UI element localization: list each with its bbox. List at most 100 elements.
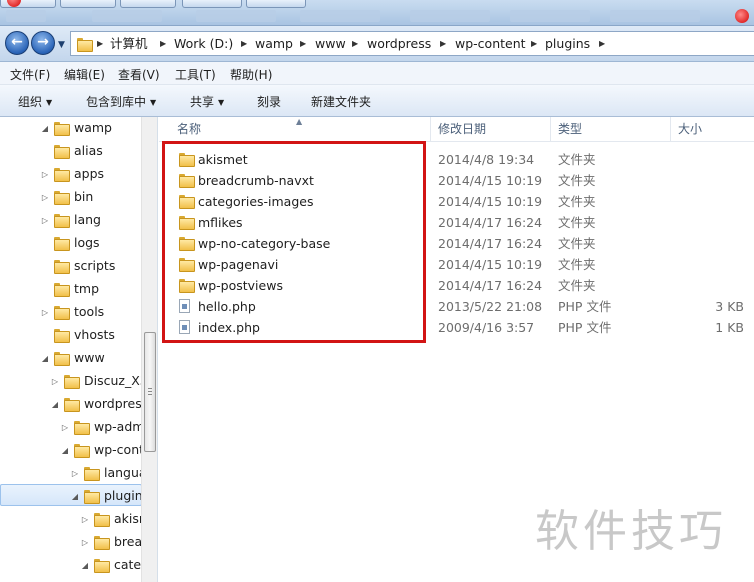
column-type-label: 类型 bbox=[558, 122, 583, 136]
window-tab[interactable] bbox=[60, 0, 116, 8]
collapsed-arrow-icon[interactable]: ▷ bbox=[40, 210, 50, 232]
breadcrumb-separator-icon[interactable]: ▶ bbox=[160, 36, 166, 52]
column-header-name[interactable]: 名称 bbox=[159, 117, 431, 142]
folder-icon bbox=[54, 282, 70, 297]
tree-item-apps[interactable]: ▷ apps bbox=[40, 163, 104, 185]
tree-item-tmp[interactable]: tmp bbox=[40, 278, 99, 300]
folder-icon bbox=[54, 351, 70, 366]
menu-bar: 文件(F) 编辑(E) 查看(V) 工具(T) 帮助(H) bbox=[0, 62, 754, 85]
tree-scrollbar[interactable] bbox=[141, 117, 157, 582]
window-tab[interactable] bbox=[0, 0, 56, 8]
breadcrumb-wamp[interactable]: wamp bbox=[255, 36, 293, 52]
expanded-arrow-icon[interactable]: ◢ bbox=[70, 486, 80, 508]
folder-icon bbox=[54, 328, 70, 343]
address-bar[interactable]: ▶ 计算机 ▶ Work (D:) ▶ wamp ▶ www ▶ wordpre… bbox=[70, 31, 754, 56]
tree-item-label: logs bbox=[74, 235, 100, 250]
breadcrumb-computer[interactable]: 计算机 bbox=[110, 36, 148, 52]
tree-item-logs[interactable]: logs bbox=[40, 232, 100, 254]
tree-item-label: alias bbox=[74, 143, 103, 158]
navigation-pane[interactable]: ◢ wamp alias ▷ apps ▷ bin ▷ lang logs script… bbox=[0, 117, 158, 582]
expanded-arrow-icon[interactable]: ◢ bbox=[40, 348, 50, 370]
menu-view[interactable]: 查看(V) bbox=[118, 66, 160, 83]
column-header-type[interactable]: 类型 bbox=[551, 117, 671, 142]
file-type: 文件夹 bbox=[558, 257, 596, 272]
tree-item-languages[interactable]: ▷ langua bbox=[70, 462, 147, 484]
chevron-down-icon: ▼ bbox=[46, 98, 53, 107]
tree-item-scripts[interactable]: scripts bbox=[40, 255, 115, 277]
forward-button[interactable]: → bbox=[31, 31, 55, 55]
breadcrumb-wp-content[interactable]: wp-content bbox=[455, 36, 526, 52]
include-in-library-button[interactable]: 包含到库中 ▼ bbox=[86, 93, 156, 110]
history-dropdown-icon[interactable]: ▼ bbox=[58, 40, 65, 50]
window-tab[interactable] bbox=[182, 0, 242, 8]
breadcrumb-separator-icon[interactable]: ▶ bbox=[599, 36, 605, 52]
back-button[interactable]: ← bbox=[5, 31, 29, 55]
menu-help[interactable]: 帮助(H) bbox=[230, 66, 272, 83]
expanded-arrow-icon[interactable]: ◢ bbox=[60, 440, 70, 462]
address-bar-row: ← → ▼ ▶ 计算机 ▶ Work (D:) ▶ wamp ▶ www ▶ w… bbox=[0, 26, 754, 62]
menu-file[interactable]: 文件(F) bbox=[10, 66, 50, 83]
expanded-arrow-icon[interactable]: ◢ bbox=[40, 118, 50, 140]
highlight-box bbox=[162, 141, 426, 343]
tree-item-alias[interactable]: alias bbox=[40, 140, 103, 162]
column-header-date[interactable]: 修改日期 bbox=[431, 117, 551, 142]
folder-icon bbox=[94, 558, 110, 573]
collapsed-arrow-icon[interactable]: ▷ bbox=[40, 164, 50, 186]
tree-item-wp-admin[interactable]: ▷ wp-adm bbox=[60, 416, 144, 438]
expanded-arrow-icon[interactable]: ◢ bbox=[80, 555, 90, 577]
tree-item-vhosts[interactable]: vhosts bbox=[40, 324, 115, 346]
organize-button[interactable]: 组织 ▼ bbox=[18, 93, 52, 110]
tree-item-www[interactable]: ◢ www bbox=[40, 347, 105, 369]
tree-item-wp-content[interactable]: ◢ wp-conte bbox=[60, 439, 152, 461]
collapsed-arrow-icon[interactable]: ▷ bbox=[70, 463, 80, 485]
tree-item-wordpress[interactable]: ◢ wordpress bbox=[50, 393, 148, 415]
collapsed-arrow-icon[interactable]: ▷ bbox=[80, 532, 90, 554]
window-tab[interactable] bbox=[246, 0, 306, 8]
folder-icon bbox=[54, 190, 70, 205]
breadcrumb-drive[interactable]: Work (D:) bbox=[174, 36, 233, 52]
file-type: 文件夹 bbox=[558, 215, 596, 230]
breadcrumb-separator-icon[interactable]: ▶ bbox=[440, 36, 446, 52]
collapsed-arrow-icon[interactable]: ▷ bbox=[40, 302, 50, 324]
tree-item-lang[interactable]: ▷ lang bbox=[40, 209, 101, 231]
breadcrumb-www[interactable]: www bbox=[315, 36, 346, 52]
collapsed-arrow-icon[interactable]: ▷ bbox=[40, 187, 50, 209]
file-date: 2009/4/16 3:57 bbox=[438, 320, 535, 335]
collapsed-arrow-icon[interactable]: ▷ bbox=[60, 417, 70, 439]
collapsed-arrow-icon[interactable]: ▷ bbox=[80, 509, 90, 531]
folder-icon bbox=[64, 397, 80, 412]
column-header-size[interactable]: 大小 bbox=[671, 117, 754, 142]
folder-icon bbox=[54, 236, 70, 251]
menu-tools[interactable]: 工具(T) bbox=[175, 66, 216, 83]
folder-icon bbox=[94, 512, 110, 527]
breadcrumb-separator-icon[interactable]: ▶ bbox=[300, 36, 306, 52]
tree-item-label: vhosts bbox=[74, 327, 115, 342]
burn-button[interactable]: 刻录 bbox=[257, 93, 281, 110]
file-date: 2014/4/8 19:34 bbox=[438, 152, 535, 167]
breadcrumb-plugins[interactable]: plugins bbox=[545, 36, 590, 52]
tree-item-wamp[interactable]: ◢ wamp bbox=[40, 117, 112, 139]
scrollbar-thumb[interactable] bbox=[144, 332, 156, 452]
tree-item-discuz[interactable]: ▷ Discuz_X3. bbox=[50, 370, 152, 392]
tree-item-tools[interactable]: ▷ tools bbox=[40, 301, 104, 323]
share-button[interactable]: 共享 ▼ bbox=[190, 93, 224, 110]
file-type: 文件夹 bbox=[558, 194, 596, 209]
menu-edit[interactable]: 编辑(E) bbox=[64, 66, 105, 83]
tree-item-breadcrumb[interactable]: ▷ bread bbox=[80, 531, 150, 553]
file-type: 文件夹 bbox=[558, 152, 596, 167]
breadcrumb-separator-icon[interactable]: ▶ bbox=[241, 36, 247, 52]
share-label: 共享 bbox=[190, 95, 215, 109]
tree-item-label: bin bbox=[74, 189, 94, 204]
tree-item-bin[interactable]: ▷ bin bbox=[40, 186, 93, 208]
collapsed-arrow-icon[interactable]: ▷ bbox=[50, 371, 60, 393]
tree-item-categories[interactable]: ◢ categ bbox=[80, 554, 149, 576]
breadcrumb-separator-icon[interactable]: ▶ bbox=[97, 36, 103, 52]
breadcrumb-separator-icon[interactable]: ▶ bbox=[352, 36, 358, 52]
breadcrumb-wordpress[interactable]: wordpress bbox=[367, 36, 431, 52]
new-folder-button[interactable]: 新建文件夹 bbox=[311, 93, 371, 110]
breadcrumb-separator-icon[interactable]: ▶ bbox=[531, 36, 537, 52]
window-tab[interactable] bbox=[120, 0, 176, 8]
tree-item-plugins[interactable]: ◢ plugins bbox=[0, 484, 149, 508]
expanded-arrow-icon[interactable]: ◢ bbox=[50, 394, 60, 416]
folder-icon bbox=[64, 374, 80, 389]
